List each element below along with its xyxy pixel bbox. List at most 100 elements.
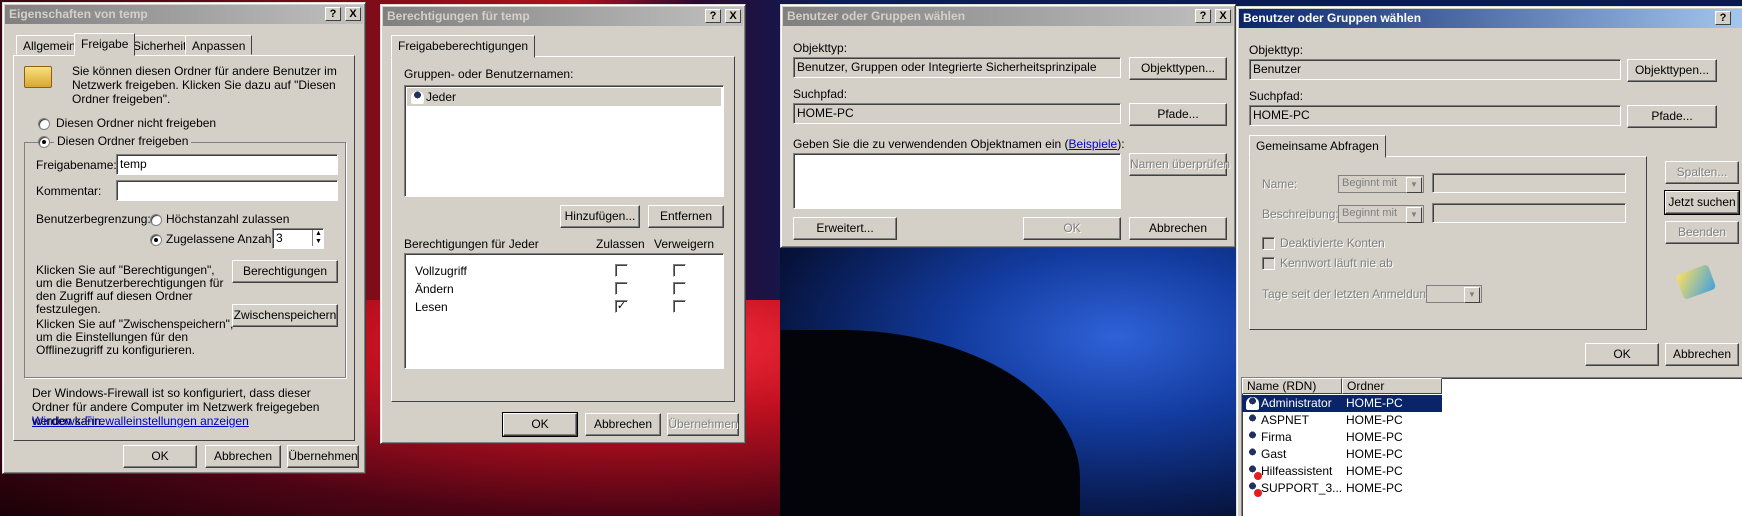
help-button[interactable]: ? [1195, 9, 1211, 23]
tab-security[interactable]: Sicherheit [126, 35, 194, 55]
groups-list[interactable]: Jeder [404, 85, 724, 197]
radio-max-allowed[interactable] [150, 214, 162, 226]
perm-read-allow-checkbox[interactable]: ✓ [615, 300, 628, 313]
help-button[interactable]: ? [325, 7, 341, 21]
tab-share-permissions[interactable]: Freigabeberechtigungen [391, 35, 536, 58]
paths-button[interactable]: Pfade... [1627, 105, 1717, 128]
search-path-label: Suchpfad: [793, 87, 848, 101]
perm-full-allow-checkbox[interactable] [615, 264, 628, 277]
help-button[interactable]: ? [1715, 11, 1731, 25]
object-names-input[interactable] [793, 153, 1121, 209]
user-icon [1246, 482, 1262, 498]
description-filter-select[interactable]: Beginnt mit [1338, 205, 1424, 223]
stop-button[interactable]: Beenden [1665, 221, 1739, 244]
radio-shared-label: Diesen Ordner freigeben [54, 134, 192, 148]
object-types-button[interactable]: Objekttypen... [1129, 57, 1227, 80]
share-name-label: Freigabename: [36, 158, 117, 172]
password-never-expires-checkbox[interactable] [1262, 257, 1275, 270]
object-types-button[interactable]: Objekttypen... [1627, 59, 1717, 82]
radio-allowed-count[interactable] [150, 234, 162, 246]
column-header-folder[interactable]: Ordner [1342, 378, 1442, 394]
tab-common-queries[interactable]: Gemeinsame Abfragen [1249, 135, 1386, 158]
check-names-button[interactable]: Namen überprüfen [1129, 153, 1230, 176]
cancel-button[interactable]: Abbrechen [1129, 217, 1227, 240]
paths-button[interactable]: Pfade... [1129, 103, 1227, 126]
advanced-button[interactable]: Erweitert... [793, 217, 897, 240]
permissions-hint: Klicken Sie auf "Berechtigungen", um die… [36, 263, 224, 316]
properties-window: Eigenschaften von temp ? X Allgemein Fre… [2, 2, 366, 474]
ok-button[interactable]: OK [123, 445, 197, 468]
user-icon [1246, 448, 1259, 462]
table-row[interactable]: Hilfeassistent HOME-PC [1242, 463, 1442, 481]
perm-change-allow-checkbox[interactable] [615, 282, 628, 295]
search-path-field: HOME-PC [1249, 105, 1621, 126]
row-folder: HOME-PC [1346, 396, 1403, 410]
tab-sharing[interactable]: Freigabe [74, 33, 136, 56]
permissions-window: Berechtigungen für temp ? X Freigabebere… [380, 4, 746, 444]
firewall-settings-link[interactable]: Windows-Firewalleinstellungen anzeigen [32, 414, 249, 428]
disabled-accounts-checkbox[interactable] [1262, 237, 1275, 250]
search-now-button[interactable]: Jetzt suchen [1664, 190, 1740, 215]
close-button[interactable]: X [725, 9, 741, 23]
ok-button[interactable]: OK [502, 412, 578, 437]
comment-input[interactable] [116, 180, 338, 201]
radio-shared[interactable] [38, 136, 50, 148]
row-name: Hilfeassistent [1261, 464, 1333, 478]
list-item[interactable]: Jeder [407, 88, 721, 107]
perm-change-deny-checkbox[interactable] [673, 282, 686, 295]
table-row[interactable]: SUPPORT_3... HOME-PC [1242, 480, 1442, 498]
cancel-button[interactable]: Abbrechen [1665, 343, 1739, 366]
columns-button[interactable]: Spalten... [1665, 161, 1739, 184]
stepper-arrows-icon[interactable]: ▲ ▼ [312, 230, 324, 246]
name-filter-select[interactable]: Beginnt mit [1338, 175, 1424, 193]
share-name-input[interactable]: temp [116, 154, 338, 175]
table-row[interactable]: Firma HOME-PC [1242, 429, 1442, 446]
ok-button[interactable]: OK [1023, 217, 1121, 240]
search-path-field: HOME-PC [793, 103, 1121, 124]
user-icon [1246, 414, 1259, 428]
row-name: Administrator [1261, 396, 1332, 410]
permissions-titlebar: Berechtigungen für temp ? X [383, 7, 743, 26]
row-folder: HOME-PC [1346, 447, 1403, 461]
cancel-button[interactable]: Abbrechen [585, 413, 661, 436]
help-button[interactable]: ? [705, 9, 721, 23]
table-row[interactable]: ASPNET HOME-PC [1242, 412, 1442, 429]
row-folder: HOME-PC [1346, 430, 1403, 444]
cancel-button[interactable]: Abbrechen [205, 445, 281, 468]
search-path-label: Suchpfad: [1249, 89, 1304, 103]
close-button[interactable]: X [345, 7, 361, 21]
table-row[interactable]: Administrator HOME-PC [1242, 395, 1442, 412]
caching-hint: Klicken Sie auf "Zwischenspeichern", um … [36, 317, 234, 357]
ok-button[interactable]: OK [1585, 343, 1659, 366]
add-button[interactable]: Hinzufügen... [560, 205, 640, 228]
caching-button[interactable]: Zwischenspeichern [232, 304, 338, 327]
name-filter-input[interactable] [1432, 173, 1626, 193]
days-since-logon-select[interactable] [1426, 285, 1482, 303]
user-icon [1246, 465, 1262, 481]
table-row[interactable]: Gast HOME-PC [1242, 446, 1442, 463]
row-name: SUPPORT_3... [1261, 481, 1343, 495]
close-button[interactable]: X [1215, 9, 1231, 23]
apply-button[interactable]: Übernehmen [667, 413, 739, 436]
object-type-field: Benutzer, Gruppen oder Integrierte Siche… [793, 57, 1121, 78]
sharing-intro: Sie können diesen Ordner für andere Benu… [72, 64, 337, 106]
list-item-label: Jeder [426, 90, 457, 104]
apply-button[interactable]: Übernehmen [287, 445, 359, 468]
permissions-for-label: Berechtigungen für Jeder [404, 237, 539, 251]
radio-not-shared[interactable] [38, 118, 50, 130]
examples-link[interactable]: Beispiele [1069, 137, 1118, 151]
radio-max-allowed-label: Höchstanzahl zulassen [166, 212, 290, 226]
perm-name: Ändern [415, 282, 454, 296]
column-header-name[interactable]: Name (RDN) [1242, 378, 1342, 394]
tab-general[interactable]: Allgemein [16, 35, 83, 55]
permissions-button[interactable]: Berechtigungen [232, 260, 338, 283]
tab-customize[interactable]: Anpassen [185, 35, 253, 55]
perm-full-deny-checkbox[interactable] [673, 264, 686, 277]
remove-button[interactable]: Entfernen [648, 205, 724, 228]
description-filter-input[interactable] [1432, 203, 1626, 223]
comment-label: Kommentar: [36, 184, 102, 198]
window-title: Eigenschaften von temp [9, 7, 148, 21]
search-results-list[interactable]: Name (RDN) Ordner Administrator HOME-PC AS… [1241, 377, 1742, 516]
select-users-advanced-window: Benutzer oder Gruppen wählen ? Objekttyp… [1236, 6, 1742, 516]
perm-read-deny-checkbox[interactable] [673, 300, 686, 313]
